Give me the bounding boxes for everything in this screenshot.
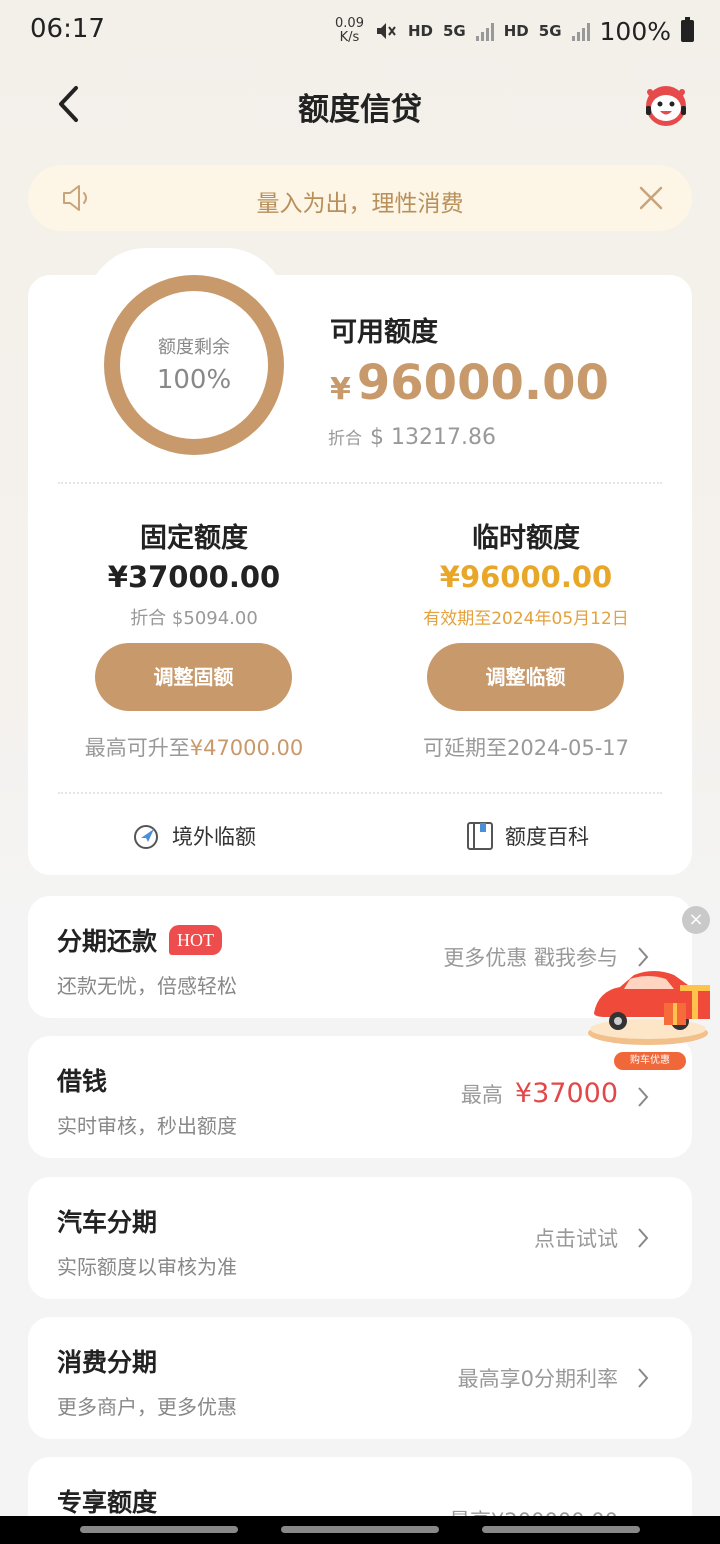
list-item-title: 借钱 <box>57 1067 108 1096</box>
fixed-quota-amount: ¥37000.00 <box>107 560 281 594</box>
nav-home-pill[interactable] <box>281 1526 439 1533</box>
signal-icon-2 <box>571 21 590 41</box>
mascot-avatar-icon[interactable] <box>642 80 690 128</box>
temp-quota-amount: ¥96000.00 <box>439 560 613 594</box>
list-item-subtitle: 还款无忧，倍感轻松 <box>57 974 237 998</box>
converted-amount: $ 13217.86 <box>370 425 496 450</box>
status-icons: 0.09 K/s HD 5G HD 5G 100% <box>335 14 694 48</box>
hd-badge-2: HD <box>503 22 529 40</box>
list-item-car-installment[interactable]: 汽车分期 实际额度以审核为准 点击试试 <box>28 1177 692 1299</box>
net-speed: 0.09 K/s <box>335 16 364 45</box>
chevron-right-icon <box>638 1087 649 1107</box>
chevron-right-icon <box>638 1228 649 1248</box>
status-bar: 06:17 0.09 K/s HD 5G HD 5G 100% <box>0 0 720 62</box>
list-item-right-text: 点击试试 <box>534 1227 618 1251</box>
nav-recents-pill[interactable] <box>482 1526 640 1533</box>
list-item-title: 消费分期 <box>57 1348 158 1377</box>
converted-prefix: 折合 <box>328 429 362 449</box>
system-nav-bar <box>0 1516 720 1544</box>
fixed-quota-converted: 折合 $5094.00 <box>130 608 258 629</box>
notice-banner: 量入为出，理性消费 <box>28 165 692 231</box>
mute-icon <box>376 23 396 39</box>
available-amount-value: 96000.00 <box>356 355 609 411</box>
promo-tag: 购车优惠 <box>614 1052 686 1070</box>
list-item-title: 汽车分期 <box>57 1208 158 1237</box>
temp-quota-validity: 有效期至2024年05月12日 <box>423 609 629 629</box>
list-item-subtitle: 实时审核，秒出额度 <box>57 1114 237 1138</box>
quota-encyclopedia-link[interactable]: 额度百科 <box>465 816 589 856</box>
temp-quota-title: 临时额度 <box>472 523 580 554</box>
ring-value: 100% <box>156 365 232 395</box>
available-converted: 折合 $ 13217.86 <box>328 424 496 450</box>
page-title: 额度信贷 <box>298 92 422 128</box>
fixed-quota-note: 最高可升至¥47000.00 <box>84 736 304 760</box>
adjust-fixed-button[interactable]: 调整固额 <box>95 643 292 711</box>
currency-symbol: ¥ <box>330 372 351 407</box>
hd-badge: HD <box>407 22 433 40</box>
list-item-title: 分期还款 HOT <box>57 922 223 958</box>
hot-badge: HOT <box>169 925 223 955</box>
list-item-subtitle: 更多商户，更多优惠 <box>57 1395 237 1419</box>
promo-close-button[interactable]: × <box>682 906 710 934</box>
network-type: 5G <box>443 22 466 40</box>
plane-clock-icon <box>134 825 158 849</box>
divider-2 <box>58 792 662 794</box>
overseas-temp-label: 境外临额 <box>172 825 256 849</box>
list-item-consumer-installment[interactable]: 消费分期 更多商户，更多优惠 最高享0分期利率 <box>28 1317 692 1439</box>
ring-label: 额度剩余 <box>158 337 230 358</box>
remaining-ring: 额度剩余 100% <box>104 275 284 455</box>
available-amount: ¥96000.00 <box>330 355 609 411</box>
quota-encyclopedia-label: 额度百科 <box>505 825 589 849</box>
signal-icon <box>475 21 494 41</box>
list-item-right-text: 最高享0分期利率 <box>457 1367 618 1391</box>
overseas-temp-link[interactable]: 境外临额 <box>132 816 256 856</box>
list-item-right-text: 最高 ¥37000 <box>460 1078 618 1109</box>
temp-quota-note: 可延期至2024-05-17 <box>422 736 630 760</box>
header: 额度信贷 <box>0 62 720 146</box>
fixed-quota-title: 固定额度 <box>140 523 248 554</box>
chevron-right-icon <box>638 1368 649 1388</box>
battery-icon <box>681 17 694 42</box>
nav-back-pill[interactable] <box>80 1526 238 1533</box>
available-label: 可用额度 <box>330 317 438 348</box>
battery-percent: 100% <box>599 16 671 46</box>
status-time: 06:17 <box>30 14 105 44</box>
adjust-temp-button[interactable]: 调整临额 <box>427 643 624 711</box>
list-item-subtitle: 实际额度以审核为准 <box>57 1255 237 1279</box>
book-icon <box>467 822 493 850</box>
notice-text: 量入为出，理性消费 <box>256 191 464 217</box>
network-type-2: 5G <box>538 22 562 40</box>
close-icon[interactable] <box>634 181 668 215</box>
list-item-title: 专享额度 <box>57 1488 158 1517</box>
divider <box>58 482 662 484</box>
